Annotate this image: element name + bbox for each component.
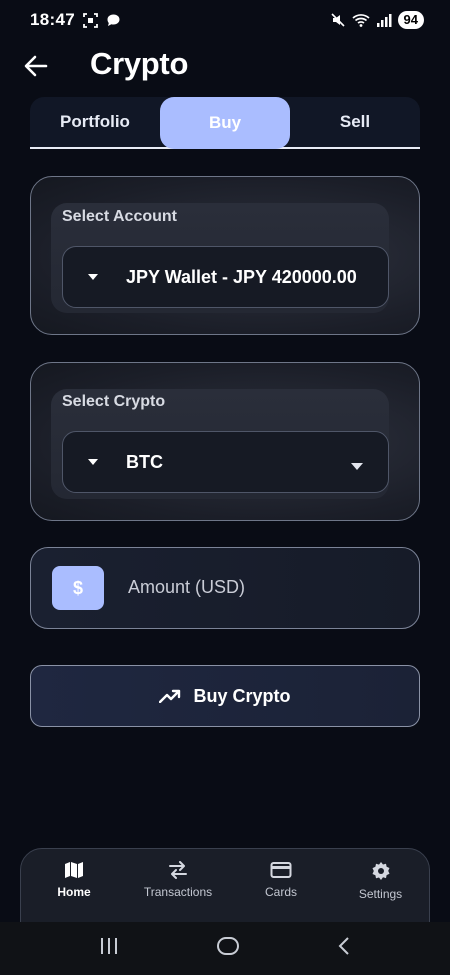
- nav-label-home: Home: [57, 885, 91, 899]
- recent-apps-icon[interactable]: [99, 937, 119, 960]
- tab-sell[interactable]: Sell: [290, 97, 420, 147]
- mute-icon: [330, 12, 346, 28]
- back-icon[interactable]: [337, 937, 351, 960]
- status-right: 94: [330, 11, 424, 29]
- screenshot-icon: [83, 12, 98, 28]
- swap-arrows-icon: [169, 861, 187, 879]
- buy-crypto-button[interactable]: Buy Crypto: [30, 665, 420, 727]
- account-dropdown[interactable]: JPY Wallet - JPY 420000.00: [62, 246, 389, 308]
- status-bar: 18:47 94: [0, 0, 450, 40]
- nav-label-transactions: Transactions: [143, 885, 213, 899]
- gear-icon: [372, 862, 389, 880]
- system-nav-bar: [0, 922, 450, 975]
- battery-badge: 94: [397, 11, 424, 29]
- tab-buy[interactable]: Buy: [160, 97, 290, 149]
- buy-crypto-label: Buy Crypto: [193, 685, 291, 706]
- back-button[interactable]: [22, 52, 50, 80]
- caret-down-icon: [63, 273, 123, 281]
- home-icon[interactable]: [216, 936, 240, 961]
- credit-card-icon: [270, 862, 292, 878]
- header: Crypto: [0, 44, 450, 90]
- crypto-dropdown-value: BTC: [126, 451, 163, 472]
- amount-input[interactable]: $ Amount (USD): [30, 547, 420, 629]
- status-left: 18:47: [30, 10, 121, 30]
- nav-label-cards: Cards: [264, 885, 297, 899]
- amount-placeholder: Amount (USD): [128, 577, 246, 597]
- page-title: Crypto: [90, 46, 189, 81]
- dollar-icon: $: [52, 566, 104, 610]
- tab-bar: Portfolio Buy Sell: [30, 97, 420, 149]
- arrow-left-icon: [24, 55, 48, 77]
- tab-portfolio[interactable]: Portfolio: [30, 97, 160, 147]
- select-account-label: Select Account: [62, 208, 177, 225]
- wifi-icon: [351, 12, 370, 28]
- signal-icon: [376, 13, 392, 27]
- trending-up-icon: [159, 689, 181, 703]
- chat-bubble-icon: [106, 13, 121, 28]
- crypto-dropdown[interactable]: BTC: [62, 431, 389, 493]
- dropdown-arrow-icon: [350, 458, 364, 476]
- select-crypto-label: Select Crypto: [62, 393, 166, 410]
- nav-label-settings: Settings: [358, 887, 403, 901]
- select-crypto-card: Select Crypto BTC: [30, 362, 420, 521]
- select-account-card: Select Account JPY Wallet - JPY 420000.0…: [30, 176, 420, 335]
- status-time: 18:47: [30, 10, 75, 29]
- account-dropdown-value: JPY Wallet - JPY 420000.00: [126, 266, 357, 287]
- caret-down-icon: [63, 458, 123, 466]
- map-icon: [65, 862, 83, 878]
